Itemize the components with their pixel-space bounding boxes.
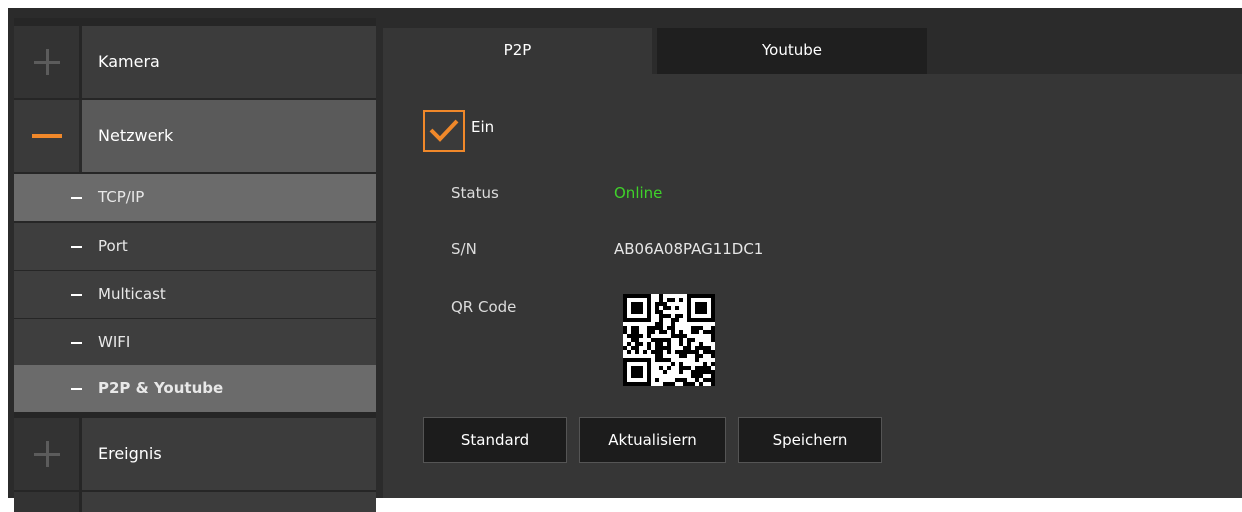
status-value: Online [614,184,663,202]
sidebar-item-port[interactable]: Port [14,223,376,270]
save-button[interactable]: Speichern [738,417,882,463]
default-button[interactable]: Standard [423,417,567,463]
serial-label: S/N [451,240,477,258]
tab-bar: P2P Youtube [383,18,1242,74]
enable-checkbox[interactable] [423,110,465,152]
sidebar-category-label: Netzwerk [98,126,174,145]
dash-icon [71,388,82,390]
expand-box[interactable] [14,26,82,98]
checkmark-icon [429,119,459,142]
dash-icon [71,294,82,296]
sidebar-category-label: Kamera [98,52,160,71]
sidebar-category-camera[interactable]: Kamera [14,26,376,98]
dash-icon [71,342,82,344]
plus-icon [14,26,79,98]
sidebar-category-label: Ereignis [98,444,162,463]
qr-code-image [623,294,715,386]
sidebar-item-wifi[interactable]: WIFI [14,319,376,366]
sidebar-item-label: Port [98,237,128,255]
tab-p2p[interactable]: P2P [383,28,652,74]
sidebar-item-label: TCP/IP [98,188,145,206]
sidebar-category-partial[interactable] [14,492,376,512]
refresh-button[interactable]: Aktualisiern [579,417,726,463]
plus-icon [14,418,79,490]
dash-icon [71,246,82,248]
tab-youtube[interactable]: Youtube [657,28,927,74]
sidebar-item-label: WIFI [98,333,131,351]
sidebar-category-network[interactable]: Netzwerk [14,100,376,172]
sidebar-category-event[interactable]: Ereignis [14,418,376,490]
status-label: Status [451,184,499,202]
content-panel: P2P Youtube Ein Status Online S/N AB06A0… [383,18,1242,498]
sidebar-item-tcpip[interactable]: TCP/IP [14,174,376,221]
collapse-box[interactable] [14,100,82,172]
sidebar-item-label: P2P & Youtube [98,379,224,397]
minus-icon [14,100,79,172]
sidebar-item-label: Multicast [98,285,166,303]
dash-icon [71,197,82,199]
qr-code-label: QR Code [451,298,517,316]
sidebar-item-p2p-youtube[interactable]: P2P & Youtube [14,365,376,412]
serial-value: AB06A08PAG11DC1 [614,240,764,258]
settings-sidebar: Kamera Netzwerk TCP/IP Port Multicast WI… [14,18,376,512]
enable-label: Ein [471,118,495,136]
sidebar-item-multicast[interactable]: Multicast [14,271,376,318]
expand-box[interactable] [14,492,82,512]
expand-box[interactable] [14,418,82,490]
